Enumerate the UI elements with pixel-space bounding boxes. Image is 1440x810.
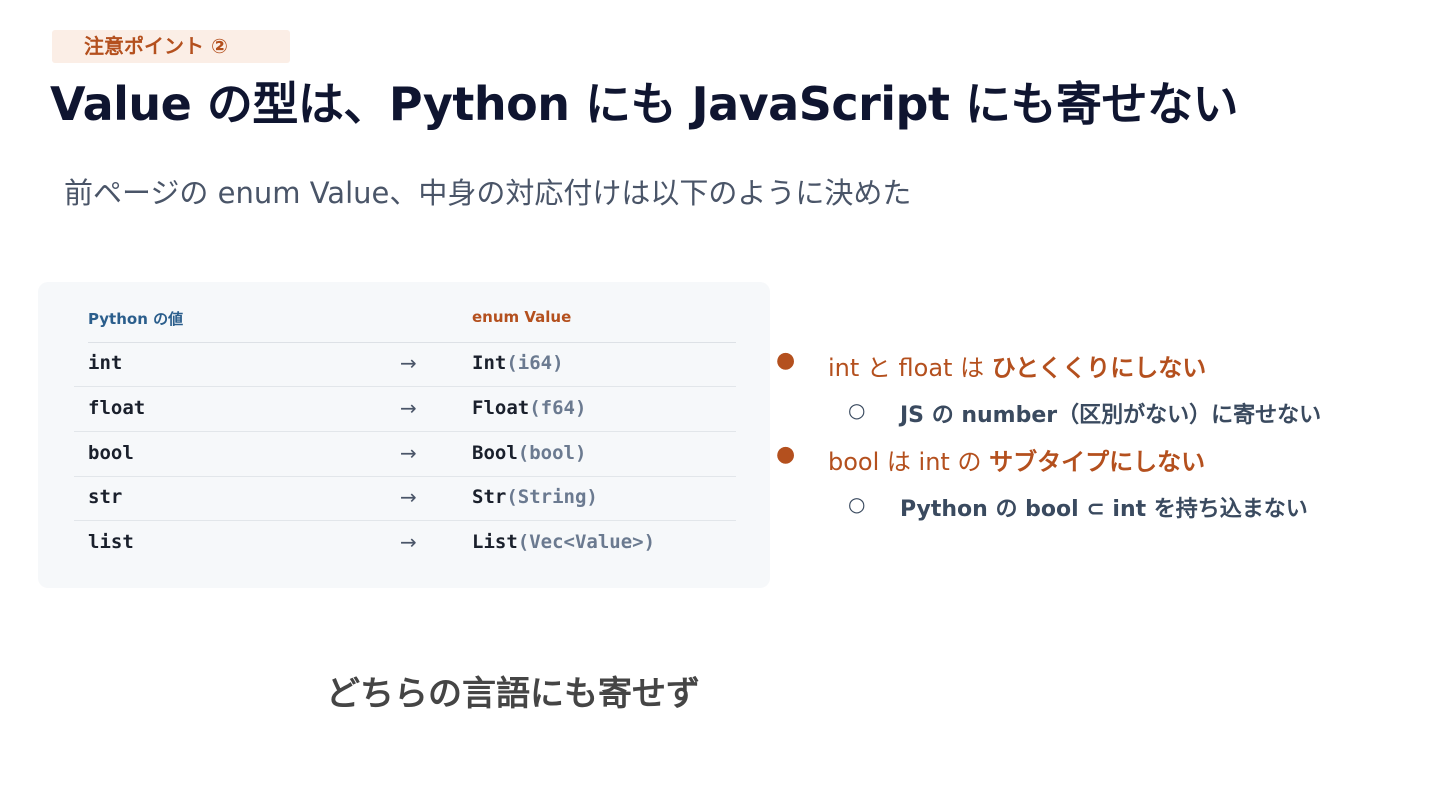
sub-bullet-text: JS の number（区別がない）に寄せない: [900, 403, 1322, 428]
variant-name: List: [472, 531, 518, 553]
python-type: int: [88, 352, 123, 374]
table-row: float → Float(f64): [74, 387, 736, 432]
slide-subtitle: 前ページの enum Value、中身の対応付けは以下のように決めた: [64, 176, 912, 210]
table-row: int → Int(i64): [74, 342, 736, 387]
python-type: bool: [88, 442, 134, 464]
arrow-icon: →: [400, 396, 417, 420]
sub-bullet-text: Python の bool ⊂ int を持ち込まない: [900, 497, 1308, 522]
variant-name: Float: [472, 397, 530, 419]
bullet-icon: ●: [776, 442, 796, 467]
variant-payload: (bool): [517, 442, 587, 464]
header-enum-value: enum Value: [472, 308, 572, 326]
bullet-prefix: bool は int の: [828, 448, 990, 476]
variant-payload: (String): [506, 486, 598, 508]
enum-variant: List(Vec<Value>): [472, 531, 655, 553]
variant-payload: (f64): [529, 397, 587, 419]
bullet-icon: ●: [776, 348, 796, 373]
slide-title: Value の型は、Python にも JavaScript にも寄せない: [50, 77, 1239, 131]
table-header: Python の値 enum Value: [88, 308, 736, 343]
sub-bullet-icon: ○: [848, 398, 866, 422]
python-type: str: [88, 486, 123, 508]
variant-payload: (i64): [506, 352, 564, 374]
sub-bullet-icon: ○: [848, 492, 866, 516]
table-row: list → List(Vec<Value>): [74, 521, 736, 565]
bullet-emphasis: サブタイプにしない: [989, 448, 1206, 476]
variant-payload: (Vec<Value>): [517, 531, 656, 553]
header-python-value: Python の値: [88, 310, 184, 328]
bullet-prefix: int と float は: [828, 354, 992, 382]
arrow-icon: →: [400, 351, 417, 375]
enum-variant: Bool(bool): [472, 442, 586, 464]
table-row: str → Str(String): [74, 476, 736, 521]
variant-name: Int: [472, 352, 507, 374]
variant-name: Str: [472, 486, 507, 508]
enum-variant: Str(String): [472, 486, 598, 508]
section-badge: 注意ポイント ②: [52, 30, 290, 63]
python-type: float: [88, 397, 146, 419]
enum-variant: Float(f64): [472, 397, 586, 419]
bullet-text: int と float は ひとくくりにしない: [828, 348, 1206, 383]
arrow-icon: →: [400, 530, 417, 554]
arrow-icon: →: [400, 485, 417, 509]
table-row: bool → Bool(bool): [74, 432, 736, 477]
bullet-emphasis: ひとくくりにしない: [991, 354, 1207, 382]
enum-variant: Int(i64): [472, 352, 564, 374]
bullet-text: bool は int の サブタイプにしない: [828, 442, 1205, 477]
arrow-icon: →: [400, 441, 417, 465]
variant-name: Bool: [472, 442, 518, 464]
python-type: list: [88, 531, 134, 553]
mapping-table: Python の値 enum Value int → Int(i64) floa…: [38, 282, 770, 588]
conclusion-text: どちらの言語にも寄せず: [326, 674, 700, 714]
